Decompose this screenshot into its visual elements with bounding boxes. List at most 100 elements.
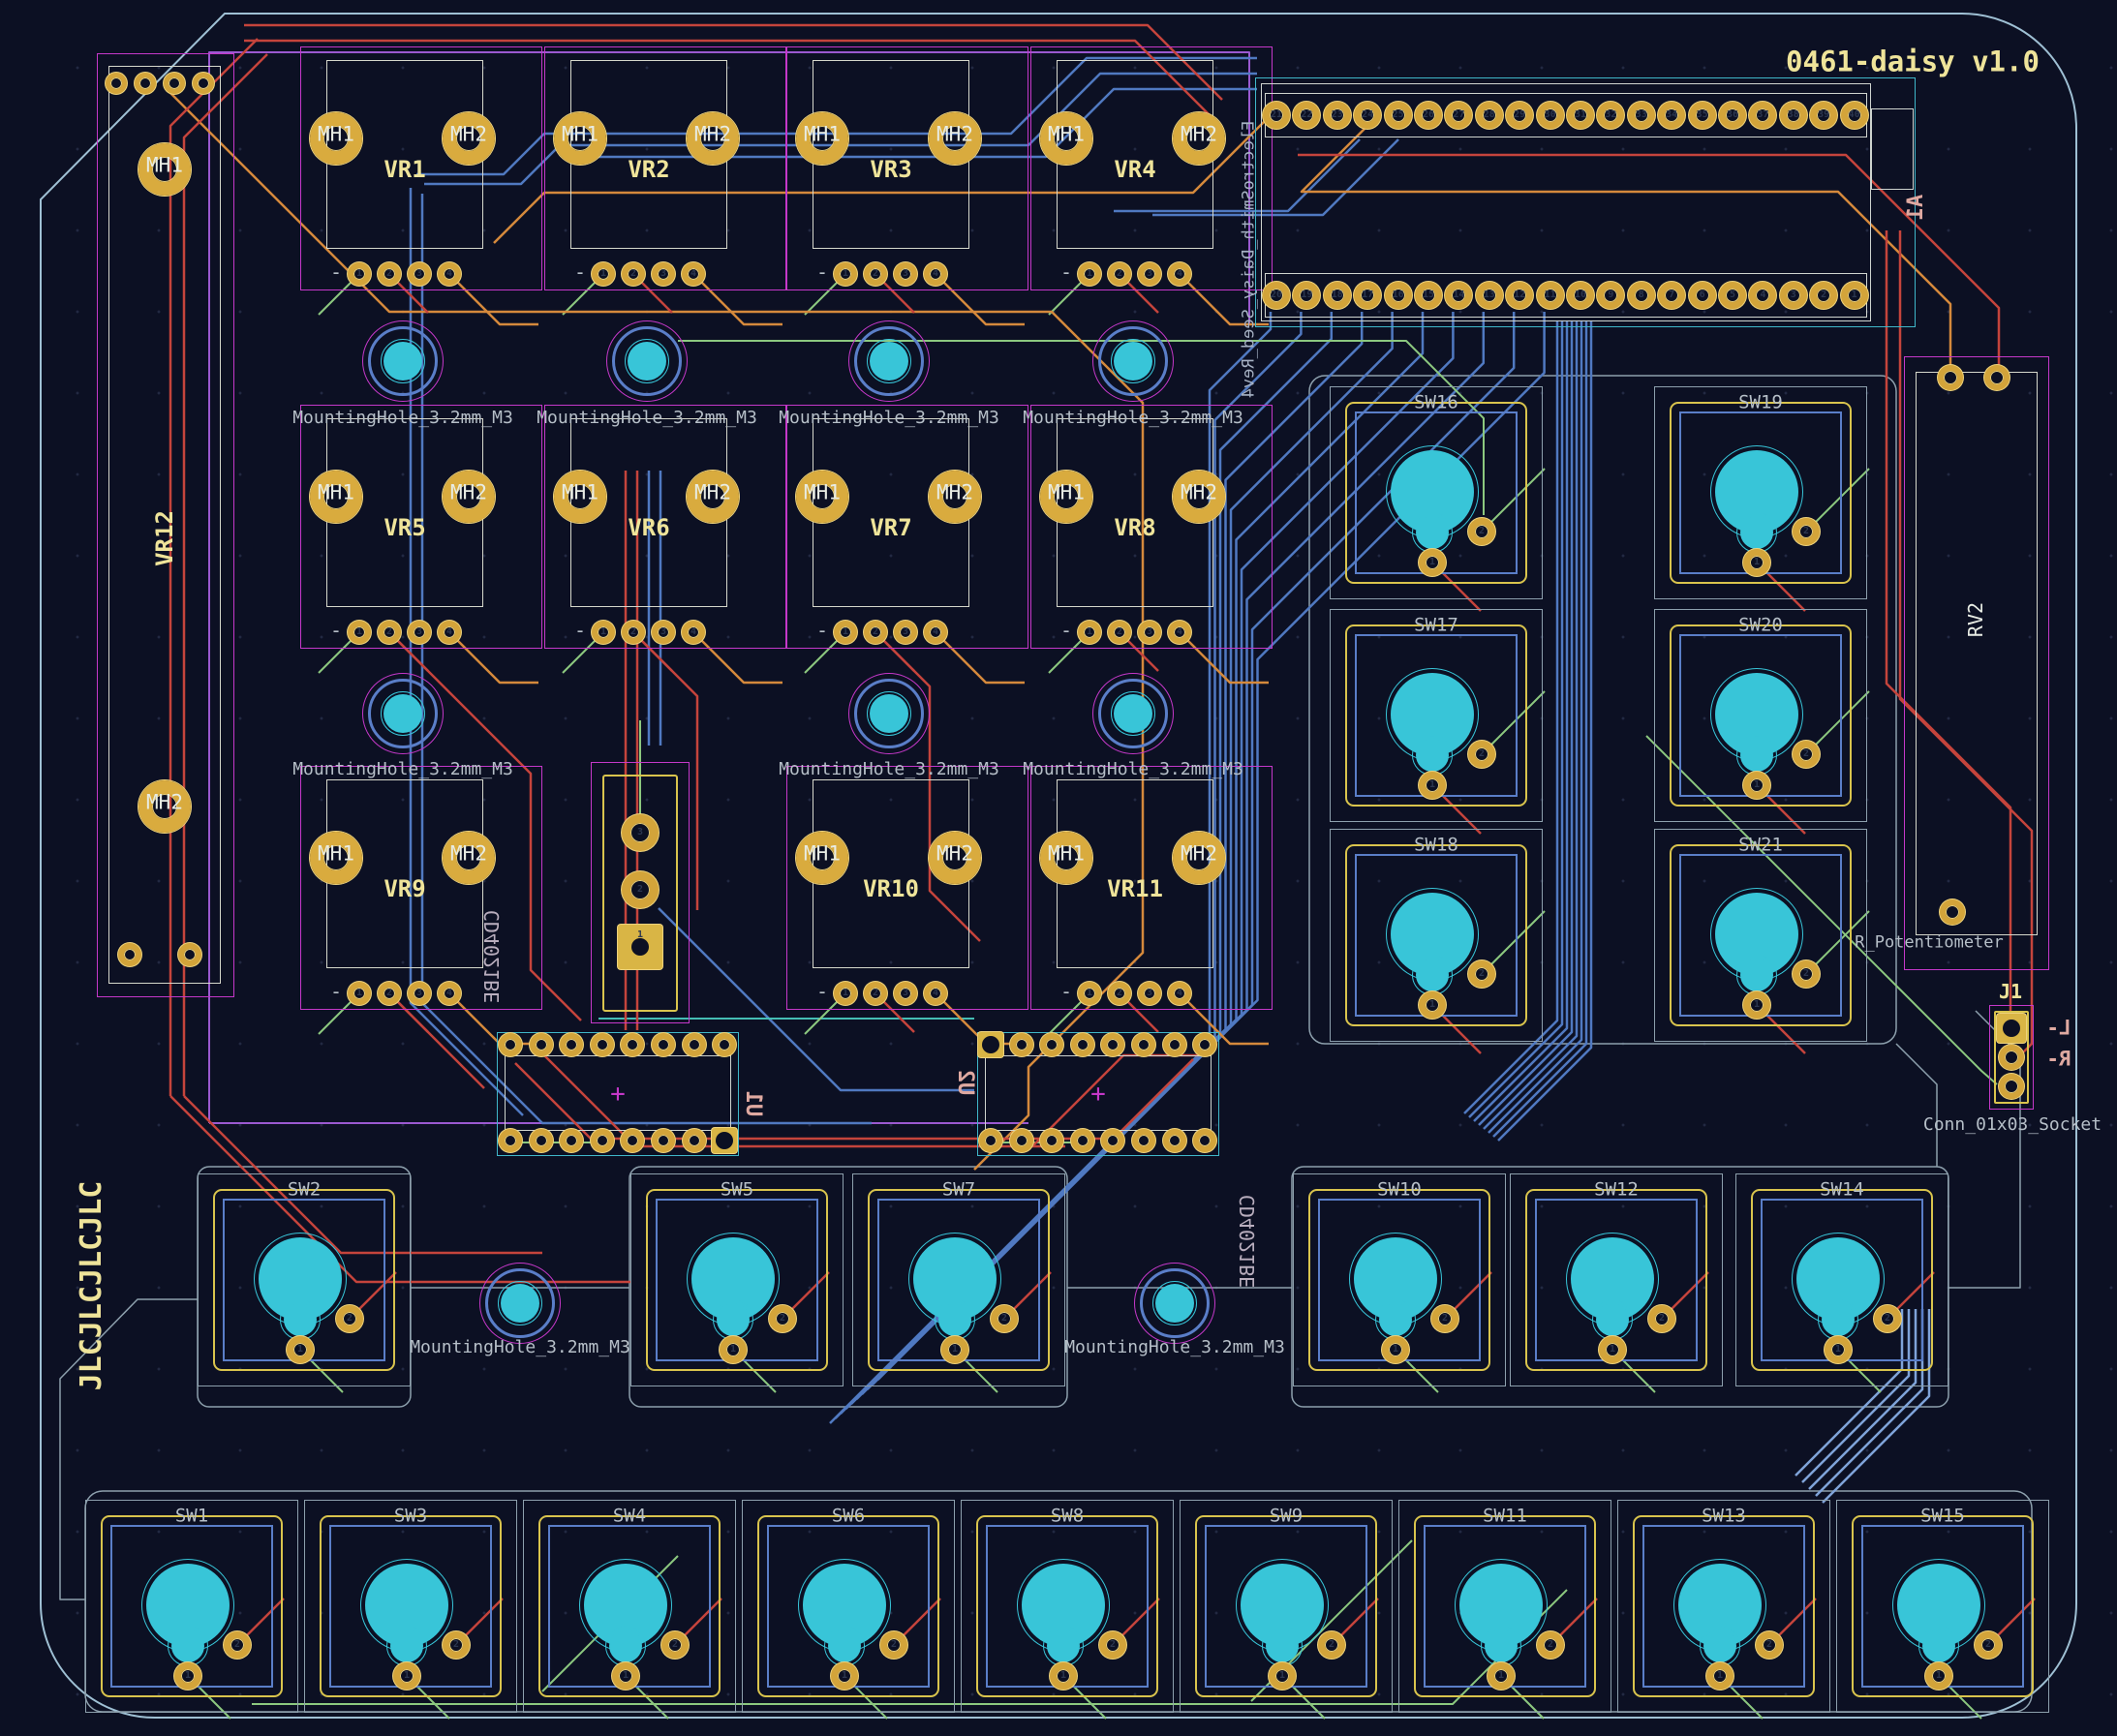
pad-number: 1 <box>730 1345 736 1355</box>
pad-number: 3 <box>1791 290 1796 300</box>
pad[interactable] <box>591 1033 614 1056</box>
pot-hole-label: MH1 <box>1048 844 1085 865</box>
pcb-canvas[interactable]: MH1MH2VR1-1234MH1MH2VR2-1234MH1MH2VR3-12… <box>0 0 2117 1736</box>
pad-number: 2 <box>453 1640 459 1650</box>
pot-ref: VR7 <box>870 516 911 539</box>
pad[interactable] <box>560 1129 583 1152</box>
dip-center-mark: + <box>1090 1081 1106 1107</box>
pad[interactable] <box>591 1129 614 1152</box>
dip-center-mark: + <box>610 1081 626 1107</box>
pad[interactable] <box>193 73 214 94</box>
pot-hole-label: MH2 <box>1181 844 1217 865</box>
hole-ring <box>284 1303 317 1336</box>
pad[interactable] <box>1010 1129 1033 1152</box>
pad[interactable] <box>1940 899 1965 925</box>
pad[interactable] <box>1999 1074 2024 1099</box>
pad[interactable] <box>1163 1129 1186 1152</box>
pad[interactable] <box>1071 1033 1094 1056</box>
hole-ring <box>1416 516 1449 549</box>
hole-ring <box>1822 1303 1855 1336</box>
pad-number: 2 <box>347 1314 353 1324</box>
pad[interactable] <box>1071 1129 1094 1152</box>
pad-number: 33 <box>1636 110 1647 120</box>
pad[interactable] <box>713 1033 736 1056</box>
pad-number: 2 <box>1001 1314 1007 1324</box>
mounting-hole-label: MountingHole_3.2mm_M3 <box>292 761 513 778</box>
pot-ref: VR5 <box>384 516 425 539</box>
pad-number: 1 <box>1429 558 1435 567</box>
pad-number: 1 <box>356 989 362 998</box>
pad-number: 4 <box>446 269 452 279</box>
pad[interactable] <box>652 1033 675 1056</box>
pad-number: 1 <box>404 1671 410 1681</box>
pad[interactable] <box>1938 365 1963 390</box>
switch-ref: SW17 <box>1414 617 1458 635</box>
pad[interactable] <box>1010 1033 1033 1056</box>
pad-number: 1 <box>1717 1671 1723 1681</box>
pad-number: 40 <box>1849 110 1860 120</box>
pad-number: 22 <box>1301 110 1312 120</box>
pad[interactable] <box>683 1129 706 1152</box>
daisy-usb-outline <box>1871 108 1914 190</box>
pad[interactable] <box>978 1032 1003 1057</box>
pad[interactable] <box>164 73 185 94</box>
pad-number: 1 <box>1429 1000 1435 1010</box>
pad[interactable] <box>530 1129 553 1152</box>
pad[interactable] <box>1132 1129 1155 1152</box>
pot-ref: VR10 <box>863 877 919 900</box>
pad[interactable] <box>560 1033 583 1056</box>
pad[interactable] <box>530 1033 553 1056</box>
pad-number: 39 <box>1818 110 1829 120</box>
pad-number: 3 <box>1147 627 1152 637</box>
pad[interactable] <box>979 1129 1002 1152</box>
pad[interactable] <box>135 73 156 94</box>
pad[interactable] <box>499 1129 522 1152</box>
pad-number: 1 <box>1936 1671 1942 1681</box>
pad[interactable] <box>652 1129 675 1152</box>
hole-ring <box>938 1303 971 1336</box>
pad-number: 1 <box>637 930 643 940</box>
pad-number: 2 <box>1117 269 1122 279</box>
pad[interactable] <box>178 943 201 966</box>
pad[interactable] <box>1984 365 2010 390</box>
pad[interactable] <box>712 1128 737 1153</box>
pad[interactable] <box>1040 1033 1063 1056</box>
switch-ref: SW1 <box>175 1508 208 1526</box>
pad-number: 2 <box>873 269 878 279</box>
hole-ring <box>1379 1303 1412 1336</box>
pad-number: 1 <box>356 627 362 637</box>
mounting-hole-label: MountingHole_3.2mm_M3 <box>779 761 999 778</box>
conn-socket-label: Conn_01x03_Socket <box>1923 1116 2102 1134</box>
pot-ref: VR3 <box>870 158 911 181</box>
hole-ring <box>609 1629 642 1662</box>
pad[interactable] <box>1997 1014 2026 1043</box>
pad-number: 3 <box>416 269 422 279</box>
pad-number: 2 <box>1479 749 1485 759</box>
pad[interactable] <box>106 73 127 94</box>
pot-hole-label: MH2 <box>1181 125 1217 145</box>
pad-number: 1 <box>1393 1345 1398 1355</box>
pot-minus: - <box>1060 982 1072 1001</box>
pad-number: 2 <box>637 885 643 895</box>
pad[interactable] <box>1193 1033 1216 1056</box>
r-potentiometer-label: R_Potentiometer <box>1855 935 2004 952</box>
pot-minus: - <box>330 982 342 1001</box>
pad[interactable] <box>1132 1033 1155 1056</box>
pad[interactable] <box>1040 1129 1063 1152</box>
mounting-hole-label: MountingHole_3.2mm_M3 <box>1064 1339 1285 1356</box>
pad[interactable] <box>1999 1045 2024 1070</box>
pad-number: 34 <box>1666 110 1677 120</box>
pad-number: 7 <box>1669 290 1674 300</box>
pot-hole-label: MH1 <box>318 483 354 503</box>
pad-number: 1 <box>1610 1345 1615 1355</box>
pad[interactable] <box>683 1033 706 1056</box>
pad[interactable] <box>1193 1129 1216 1152</box>
pad-number: 19 <box>1301 290 1312 300</box>
hole-ring <box>1416 739 1449 772</box>
pad[interactable] <box>499 1033 522 1056</box>
pad[interactable] <box>1163 1033 1186 1056</box>
pad[interactable] <box>118 943 141 966</box>
hole-ring <box>384 694 422 733</box>
j1-ref: J1 <box>1999 982 2022 1001</box>
pot-hole-label: MH1 <box>562 125 598 145</box>
